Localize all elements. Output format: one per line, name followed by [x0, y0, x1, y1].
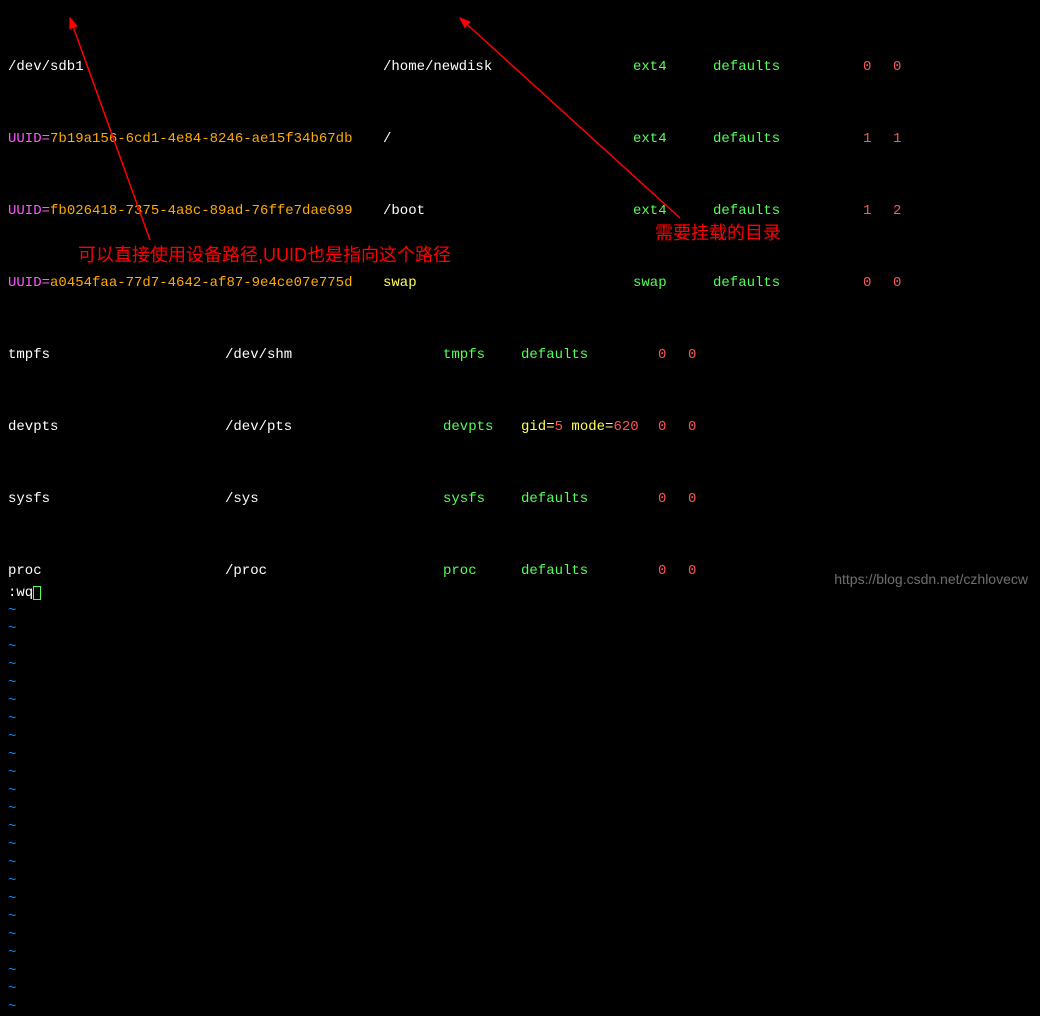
fs-type: proc [443, 562, 521, 580]
uuid-value: a0454faa-77d7-4642-af87-9e4ce07e775d [50, 275, 352, 291]
vim-tilde: ~ [8, 675, 16, 691]
fstab-row: devpts /dev/pts devpts gid=5 mode=620 0 … [8, 418, 1032, 436]
mount-point: /dev/pts [225, 418, 443, 436]
vim-tilde: ~ [8, 927, 16, 943]
vim-command: :wq [8, 584, 33, 602]
vim-tilde: ~ [8, 891, 16, 907]
mount-point: / [383, 130, 633, 148]
fs-pass: 1 [893, 130, 913, 148]
fs-type: sysfs [443, 490, 521, 508]
fs-pass: 0 [688, 490, 708, 508]
cursor-icon [33, 586, 41, 600]
vim-tilde: ~ [8, 819, 16, 835]
fs-type: ext4 [633, 130, 713, 148]
annotation-text: 可以直接使用设备路径,UUID也是指向这个路径 [78, 246, 451, 264]
vim-tilde: ~ [8, 621, 16, 637]
fs-type: tmpfs [443, 346, 521, 364]
vim-tilde: ~ [8, 801, 16, 817]
uuid-label: UUID= [8, 131, 50, 147]
fs-pass: 0 [893, 58, 913, 76]
vim-tilde: ~ [8, 711, 16, 727]
vim-tilde: ~ [8, 639, 16, 655]
mount-point: /boot [383, 202, 633, 220]
fs-opts: defaults [713, 274, 863, 292]
fs-opts: defaults [521, 490, 658, 508]
vim-tilde: ~ [8, 603, 16, 619]
fstab-row: sysfs /sys sysfs defaults 0 0 [8, 490, 1032, 508]
fs-dump: 1 [863, 130, 893, 148]
fs-pass: 0 [893, 274, 913, 292]
watermark-text: https://blog.csdn.net/czhlovecw [834, 570, 1028, 588]
vim-tilde: ~ [8, 873, 16, 889]
fs-opts: defaults [713, 130, 863, 148]
vim-tilde: ~ [8, 945, 16, 961]
opt-mode: mode= [563, 419, 613, 435]
vim-tilde: ~ [8, 963, 16, 979]
fstab-row: UUID=fb026418-7375-4a8c-89ad-76ffe7dae69… [8, 202, 1032, 220]
vim-tilde: ~ [8, 783, 16, 799]
terminal-output[interactable]: /dev/sdb1 /home/newdisk ext4 defaults 0 … [0, 0, 1040, 602]
uuid-label: UUID= [8, 275, 50, 291]
uuid-label: UUID= [8, 203, 50, 219]
fs-name: tmpfs [8, 346, 225, 364]
fs-dump: 0 [658, 346, 688, 364]
fs-dump: 0 [658, 490, 688, 508]
fs-opts: defaults [713, 202, 863, 220]
annotation-text: 需要挂载的目录 [655, 224, 781, 242]
fs-name: sysfs [8, 490, 225, 508]
fstab-row: tmpfs /dev/shm tmpfs defaults 0 0 [8, 346, 1032, 364]
mount-point: /home/newdisk [383, 58, 633, 76]
vim-command-line[interactable]: :wq [8, 584, 41, 602]
fs-opts: defaults [521, 562, 658, 580]
fs-dump: 0 [863, 58, 893, 76]
uuid-value: fb026418-7375-4a8c-89ad-76ffe7dae699 [50, 203, 352, 219]
uuid-value: 7b19a156-6cd1-4e84-8246-ae15f34b67db [50, 131, 352, 147]
mount-point: /proc [225, 562, 443, 580]
fs-name: proc [8, 562, 225, 580]
fs-opts: defaults [713, 58, 863, 76]
vim-tilde: ~ [8, 765, 16, 781]
vim-tilde: ~ [8, 837, 16, 853]
fstab-row: UUID=a0454faa-77d7-4642-af87-9e4ce07e775… [8, 274, 1032, 292]
fs-dump: 0 [863, 274, 893, 292]
vim-tilde: ~ [8, 855, 16, 871]
fs-type: devpts [443, 418, 521, 436]
mount-point: /dev/shm [225, 346, 443, 364]
vim-tilde: ~ [8, 981, 16, 997]
opt-gid: gid= [521, 419, 555, 435]
mount-point: /sys [225, 490, 443, 508]
fs-dump: 0 [658, 562, 688, 580]
vim-tilde: ~ [8, 747, 16, 763]
fs-pass: 2 [893, 202, 913, 220]
fstab-row: UUID=7b19a156-6cd1-4e84-8246-ae15f34b67d… [8, 130, 1032, 148]
device-path: /dev/sdb1 [8, 58, 383, 76]
fstab-row: /dev/sdb1 /home/newdisk ext4 defaults 0 … [8, 58, 1032, 76]
vim-tilde: ~ [8, 909, 16, 925]
vim-tilde-lines: ~ ~ ~ ~ ~ ~ ~ ~ ~ ~ ~ ~ ~ ~ ~ ~ ~ ~ ~ ~ … [0, 602, 1040, 1016]
fs-type: ext4 [633, 58, 713, 76]
fs-dump: 1 [863, 202, 893, 220]
fs-opts: defaults [521, 346, 658, 364]
fs-type: ext4 [633, 202, 713, 220]
vim-tilde: ~ [8, 657, 16, 673]
vim-tilde: ~ [8, 999, 16, 1015]
vim-tilde: ~ [8, 729, 16, 745]
fs-type: swap [633, 274, 713, 292]
fs-dump: 0 [658, 418, 688, 436]
vim-tilde: ~ [8, 693, 16, 709]
mount-point: swap [383, 274, 633, 292]
fs-pass: 0 [688, 346, 708, 364]
fs-pass: 0 [688, 562, 708, 580]
fs-pass: 0 [688, 418, 708, 436]
fs-name: devpts [8, 418, 225, 436]
